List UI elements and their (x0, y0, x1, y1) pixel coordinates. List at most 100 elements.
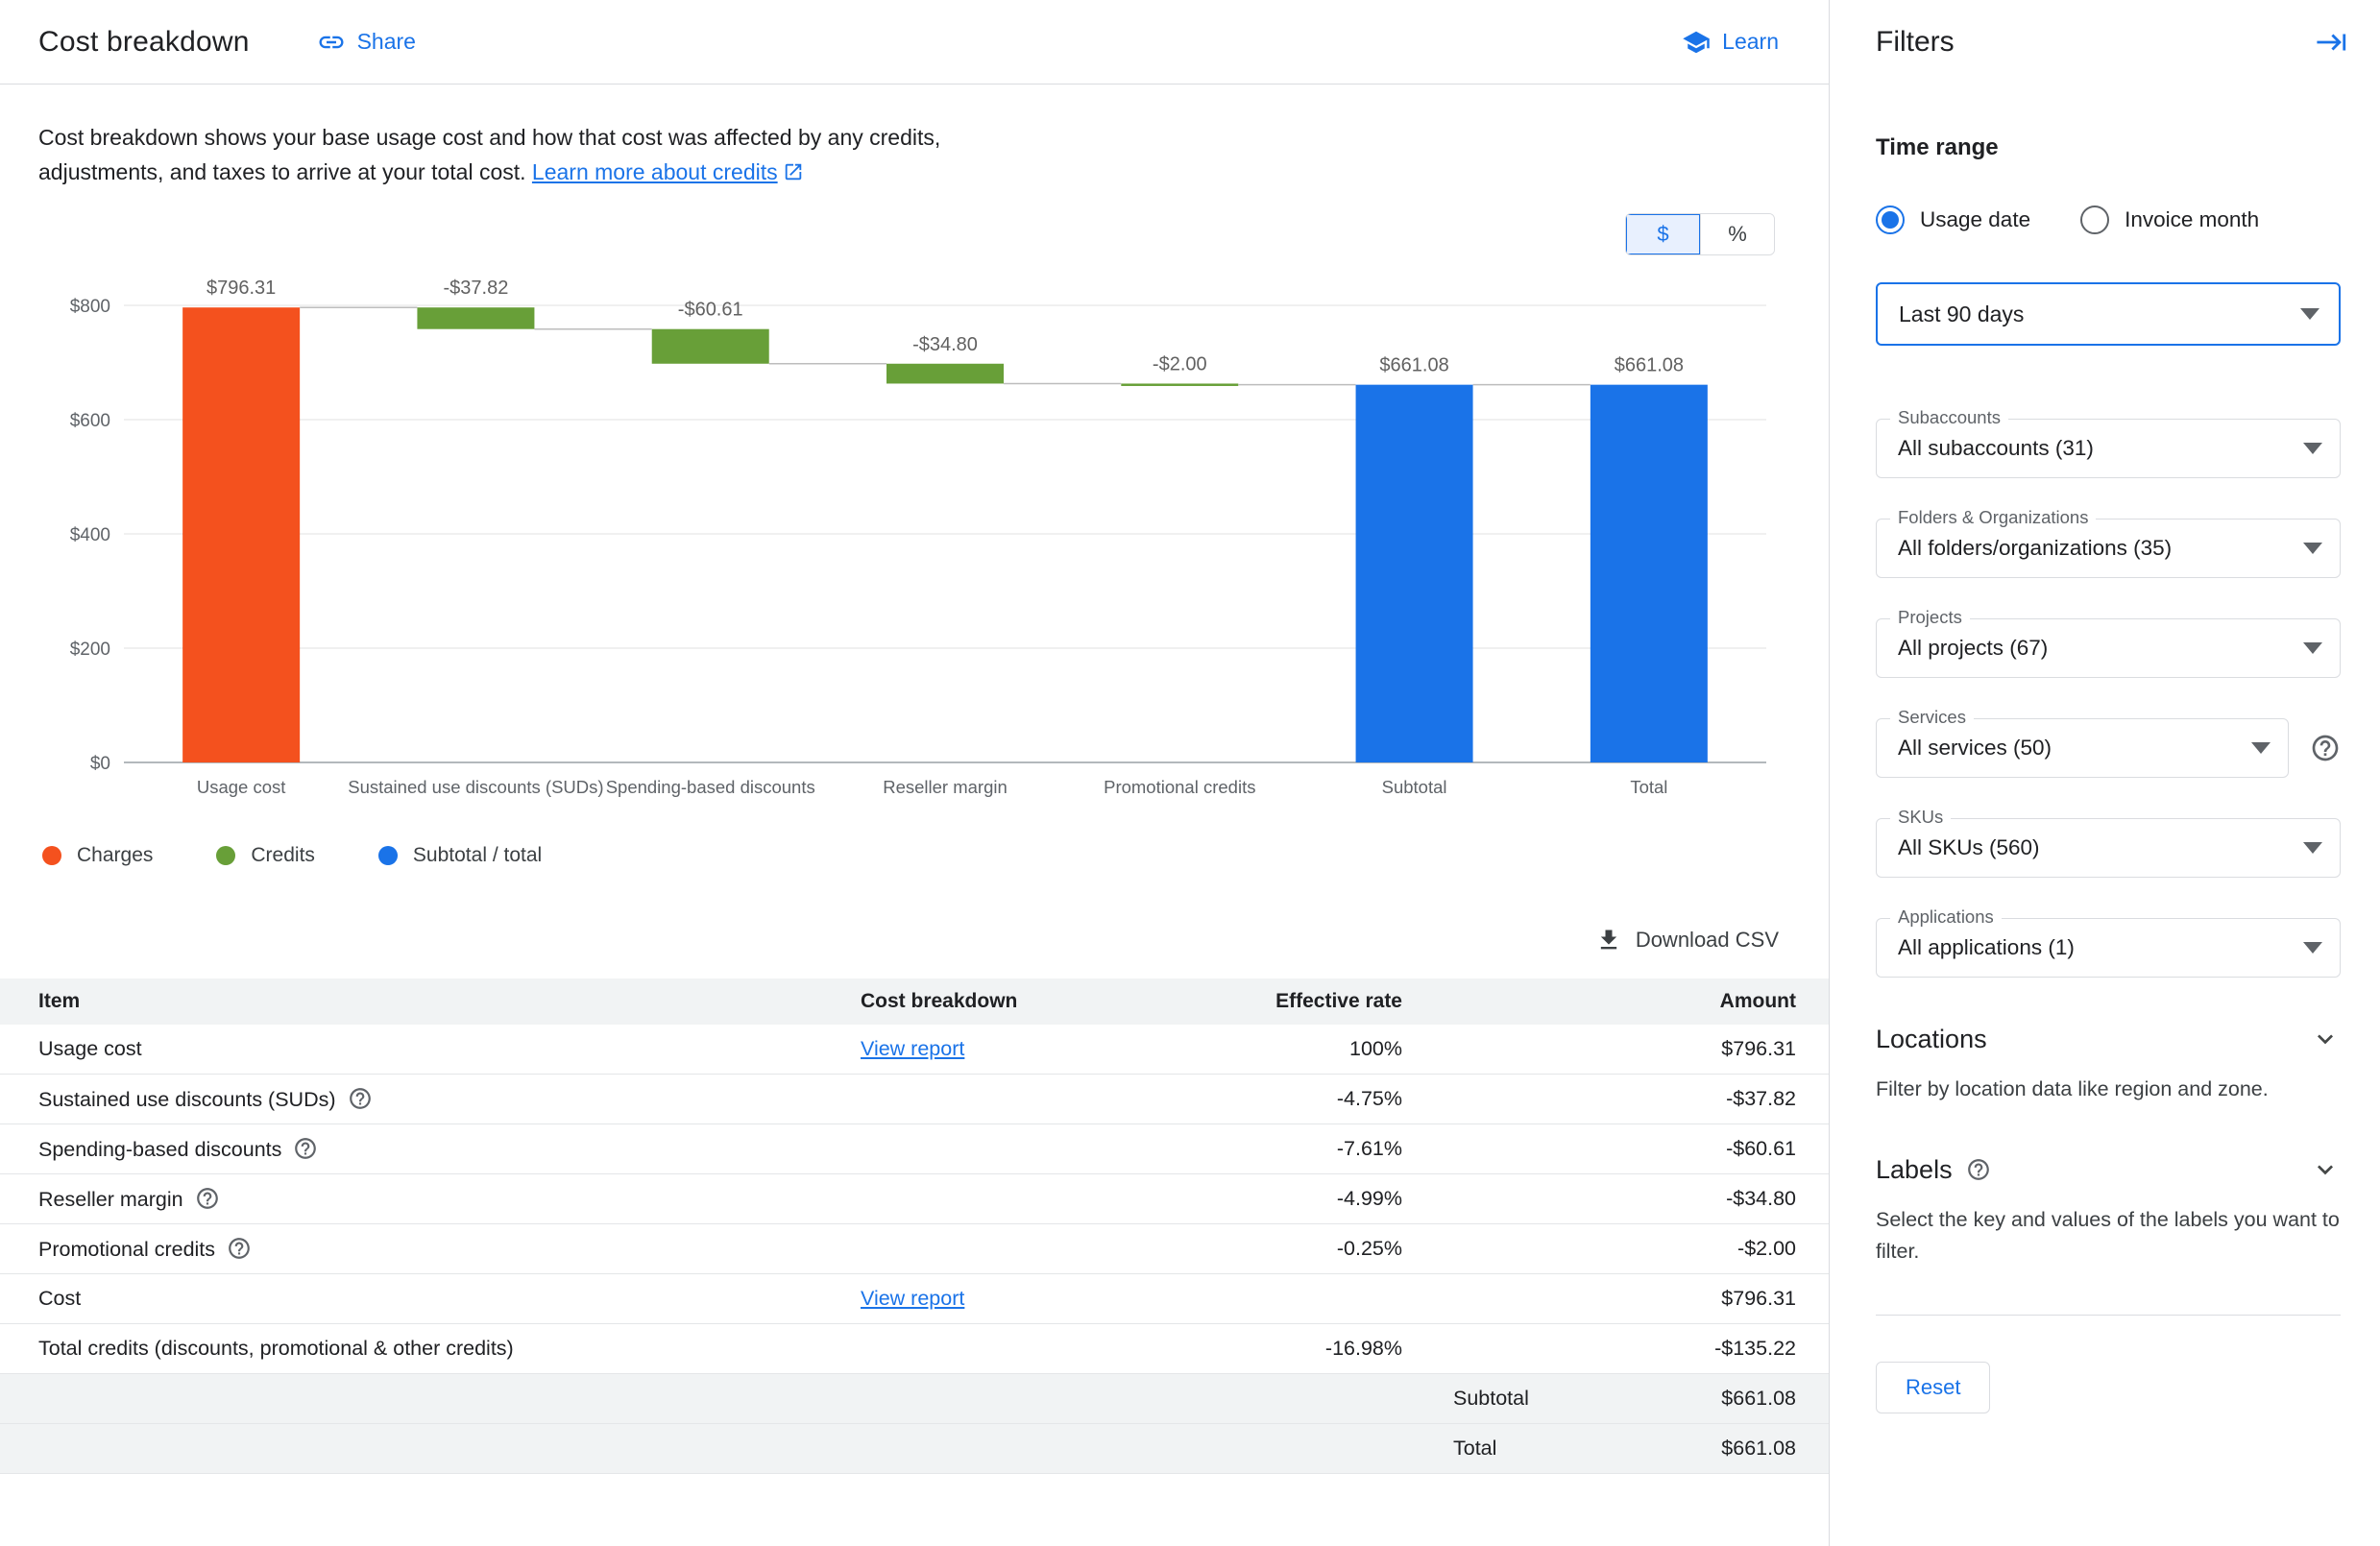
reset-button[interactable]: Reset (1876, 1362, 1990, 1413)
time-range-select[interactable]: Last 90 days (1876, 282, 2341, 346)
total-label: Total (1453, 1437, 1496, 1461)
locations-section-header: Locations (1876, 1024, 2341, 1054)
table-header: Item Cost breakdown Effective rate Amoun… (0, 978, 1829, 1025)
download-csv-button[interactable]: Download CSV (1595, 927, 1779, 954)
arrow-drop-down-icon (2303, 543, 2322, 554)
subtotal-row: Subtotal $661.08 (0, 1374, 1829, 1424)
amount-value: -$2.00 (1421, 1237, 1829, 1261)
labels-section-header: Labels (1876, 1154, 2341, 1185)
help-icon[interactable] (227, 1236, 252, 1261)
main-content: Cost breakdown Share Learn Cost breakdow… (0, 0, 1829, 1546)
item-label: Sustained use discounts (SUDs) (38, 1088, 336, 1111)
skus-select[interactable]: SKUs All SKUs (560) (1876, 818, 2341, 878)
school-icon (1682, 28, 1711, 57)
cost-waterfall-chart: $0$200$400$600$800$796.31Usage cost-$37.… (38, 259, 1829, 825)
effective-rate-value: -4.75% (1229, 1087, 1421, 1111)
waterfall-svg: $0$200$400$600$800$796.31Usage cost-$37.… (38, 259, 1790, 820)
learn-button[interactable]: Learn (1682, 28, 1779, 57)
view-report-link[interactable]: View report (861, 1037, 964, 1060)
help-icon[interactable] (293, 1136, 318, 1161)
svg-text:$661.08: $661.08 (1615, 354, 1684, 375)
item-label: Reseller margin (38, 1188, 183, 1211)
radio-label: Usage date (1920, 207, 2030, 232)
collapse-panel-icon[interactable] (2316, 26, 2348, 59)
locations-heading: Locations (1876, 1025, 1987, 1054)
amount-value: $796.31 (1421, 1287, 1829, 1311)
usage-date-radio[interactable]: Usage date (1876, 205, 2030, 234)
effective-rate-value: -4.99% (1229, 1187, 1421, 1211)
download-csv-label: Download CSV (1636, 928, 1779, 953)
field-value: All services (50) (1898, 736, 2052, 761)
unit-toggle: $ % (0, 213, 1829, 255)
subtotal-amount: $661.08 (1721, 1387, 1796, 1411)
download-icon (1595, 927, 1622, 954)
svg-text:Subtotal: Subtotal (1382, 777, 1447, 797)
download-row: Download CSV (0, 927, 1829, 954)
charges-color-dot (42, 846, 61, 865)
table-row: Promotional credits -0.25% -$2.00 (0, 1224, 1829, 1274)
amount-value: -$135.22 (1421, 1337, 1829, 1361)
expand-more-icon[interactable] (2310, 1154, 2341, 1185)
help-icon[interactable] (1966, 1157, 1991, 1182)
cost-breakdown-table: Item Cost breakdown Effective rate Amoun… (0, 978, 1829, 1474)
labels-description: Select the key and values of the labels … (1876, 1204, 2341, 1267)
dollar-toggle-button[interactable]: $ (1626, 214, 1700, 254)
svg-text:Usage cost: Usage cost (197, 777, 286, 797)
legend-label: Charges (77, 844, 153, 867)
locations-description: Filter by location data like region and … (1876, 1074, 2341, 1104)
field-value: All projects (67) (1898, 636, 2048, 661)
field-label: SKUs (1890, 807, 1951, 828)
field-value: All subaccounts (31) (1898, 436, 2094, 461)
table-row: Usage cost View report 100% $796.31 (0, 1025, 1829, 1075)
column-header-cost-breakdown: Cost breakdown (845, 990, 1229, 1013)
share-label: Share (357, 29, 416, 55)
item-label: Spending-based discounts (38, 1138, 281, 1161)
table-row: Sustained use discounts (SUDs) -4.75% -$… (0, 1075, 1829, 1124)
services-select[interactable]: Services All services (50) (1876, 718, 2289, 778)
svg-text:-$60.61: -$60.61 (678, 299, 743, 320)
total-amount: $661.08 (1721, 1437, 1796, 1461)
applications-select[interactable]: Applications All applications (1) (1876, 918, 2341, 978)
description-body: Cost breakdown shows your base usage cos… (38, 125, 940, 184)
chart-legend: Charges Credits Subtotal / total (42, 844, 1829, 867)
amount-value: $796.31 (1421, 1037, 1829, 1061)
percent-toggle-button[interactable]: % (1700, 214, 1774, 254)
filters-title: Filters (1876, 26, 1955, 59)
field-label: Folders & Organizations (1890, 507, 2096, 528)
link-icon (317, 28, 346, 57)
subtotal-label: Subtotal (1453, 1387, 1529, 1411)
table-row: Total credits (discounts, promotional & … (0, 1324, 1829, 1374)
svg-text:$600: $600 (70, 411, 110, 431)
item-label: Promotional credits (38, 1238, 215, 1261)
divider (1876, 1315, 2341, 1316)
amount-value: -$34.80 (1421, 1187, 1829, 1211)
learn-more-link[interactable]: Learn more about credits (532, 159, 804, 184)
field-value: All SKUs (560) (1898, 835, 2040, 860)
main-header: Cost breakdown Share Learn (0, 0, 1829, 85)
help-icon[interactable] (348, 1086, 373, 1111)
legend-item-subtotal-total: Subtotal / total (378, 844, 542, 867)
credits-color-dot (216, 846, 235, 865)
field-value: All applications (1) (1898, 935, 2075, 960)
projects-select[interactable]: Projects All projects (67) (1876, 618, 2341, 678)
share-button[interactable]: Share (317, 28, 416, 57)
folders-organizations-select[interactable]: Folders & Organizations All folders/orga… (1876, 519, 2341, 578)
svg-text:Promotional credits: Promotional credits (1104, 777, 1255, 797)
subaccounts-select[interactable]: Subaccounts All subaccounts (31) (1876, 419, 2341, 478)
field-label: Applications (1890, 906, 2002, 928)
column-header-effective-rate: Effective rate (1229, 990, 1421, 1013)
filters-panel: Filters Time range Usage date Invoice mo… (1829, 0, 2380, 1546)
view-report-link[interactable]: View report (861, 1287, 964, 1310)
services-help-button[interactable] (2310, 733, 2341, 763)
invoice-month-radio[interactable]: Invoice month (2080, 205, 2259, 234)
expand-more-icon[interactable] (2310, 1024, 2341, 1054)
filters-header: Filters (1830, 0, 2380, 85)
legend-item-charges: Charges (42, 844, 153, 867)
svg-text:$796.31: $796.31 (206, 278, 276, 299)
help-icon[interactable] (195, 1186, 220, 1211)
column-header-item: Item (0, 990, 845, 1013)
svg-text:-$37.82: -$37.82 (444, 278, 509, 299)
legend-item-credits: Credits (216, 844, 315, 867)
table-row: Reseller margin -4.99% -$34.80 (0, 1174, 1829, 1224)
svg-text:Spending-based discounts: Spending-based discounts (606, 777, 815, 797)
